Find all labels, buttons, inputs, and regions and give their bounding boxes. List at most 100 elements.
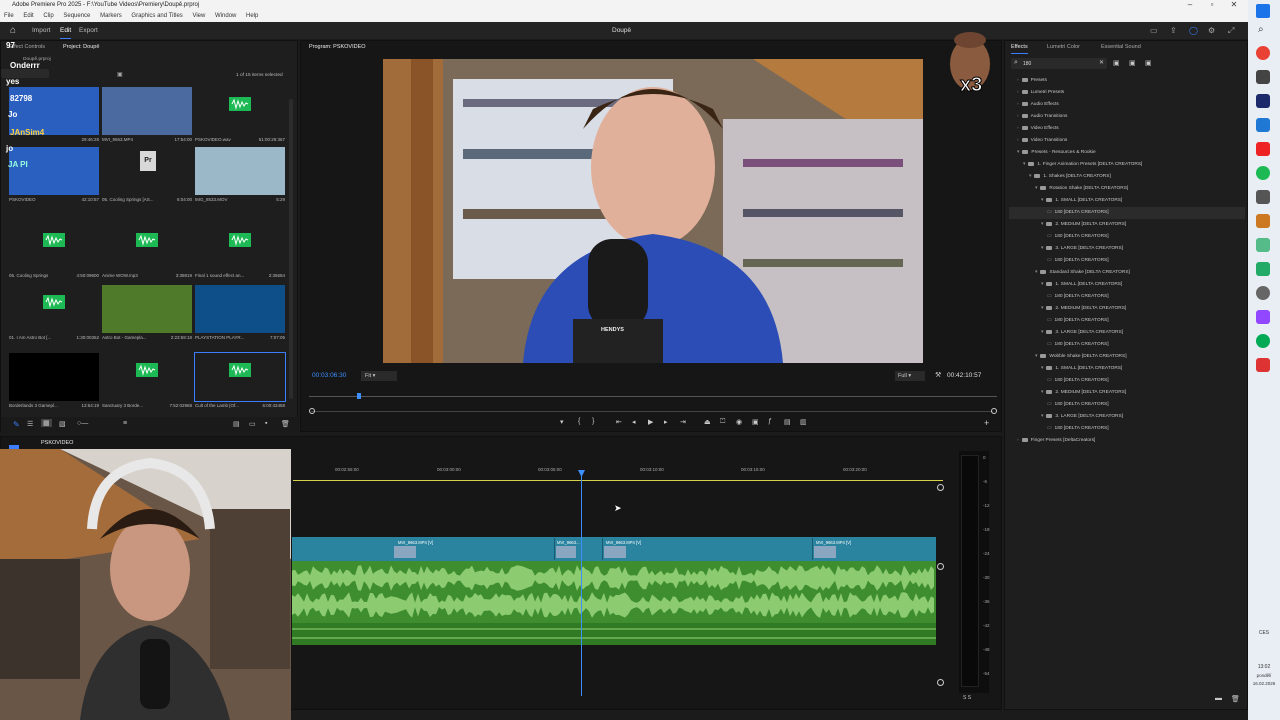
project-scrollbar[interactable]	[289, 99, 293, 399]
monitor-playhead[interactable]	[357, 393, 361, 399]
menu-view[interactable]: View	[192, 13, 205, 19]
twitch-icon[interactable]	[1256, 310, 1270, 324]
effect-preset-item[interactable]: ▭ 180 [DELTA CREATORS]	[1009, 207, 1245, 219]
chevron-down-icon[interactable]: ▾	[1023, 162, 1025, 167]
chevron-down-icon[interactable]: ▾	[1035, 354, 1037, 359]
search-icon[interactable]: ⌕	[1258, 24, 1264, 35]
chevron-down-icon[interactable]: ▾	[1041, 306, 1043, 311]
menu-edit[interactable]: Edit	[23, 13, 33, 19]
program-monitor-title[interactable]: Program: PSKOVIDEO	[309, 42, 366, 53]
chevron-right-icon[interactable]: ›	[1017, 90, 1019, 95]
chevron-down-icon[interactable]: ▾	[1029, 174, 1031, 179]
lift-icon[interactable]: ⏏	[704, 418, 711, 426]
spotify-icon[interactable]	[1256, 166, 1270, 180]
chevron-down-icon[interactable]: ▾	[1041, 282, 1043, 287]
vr-icon[interactable]: ▥	[800, 418, 807, 426]
tab-project[interactable]: Project: Doupě	[63, 42, 99, 53]
effects-folder[interactable]: ▾ 3. LARGE [DELTA CREATORS]	[1009, 411, 1245, 423]
effect-preset-item[interactable]: ▭ 180 [DELTA CREATORS]	[1009, 231, 1245, 243]
project-item-thumbnail[interactable]	[102, 285, 192, 333]
zoom-bar[interactable]	[311, 411, 993, 412]
app-icon[interactable]	[1256, 70, 1270, 84]
chevron-right-icon[interactable]: ›	[1017, 78, 1019, 83]
timeline-sequence-tab[interactable]: PSKOVIDEO	[41, 438, 73, 449]
photoshop-icon[interactable]	[1256, 118, 1270, 132]
share-icon[interactable]: ⇪	[1170, 26, 1177, 35]
sync-icon[interactable]: ◯	[1189, 26, 1198, 35]
menu-graphics[interactable]: Graphics and Titles	[131, 13, 182, 19]
home-icon[interactable]: ⌂	[10, 25, 16, 36]
yuv-effects-icon[interactable]: ▣	[1145, 59, 1152, 67]
project-item-thumbnail[interactable]	[102, 223, 192, 271]
project-item-thumbnail[interactable]	[9, 147, 99, 195]
trash-icon[interactable]: 🗑	[281, 420, 290, 428]
effect-preset-item[interactable]: ▭ 180 [DELTA CREATORS]	[1009, 255, 1245, 267]
new-bin-icon[interactable]: ▣	[117, 71, 123, 78]
effects-folder[interactable]: ▾ 2. MEDIUM [DELTA CREATORS]	[1009, 387, 1245, 399]
project-item-thumbnail[interactable]	[195, 223, 285, 271]
chevron-down-icon[interactable]: ▾	[1041, 390, 1043, 395]
effects-folder[interactable]: › Audio Transitions	[1009, 111, 1245, 123]
effects-folder[interactable]: ▾ 3. LARGE [DELTA CREATORS]	[1009, 243, 1245, 255]
chevron-down-icon[interactable]: ▾	[1041, 222, 1043, 227]
zoom-handle-right[interactable]	[991, 408, 997, 414]
go-to-out-icon[interactable]: ⇥	[680, 418, 686, 426]
wrench-icon[interactable]: ⚒	[935, 371, 941, 379]
chevron-right-icon[interactable]: ›	[1017, 126, 1019, 131]
effects-folder[interactable]: › Audio Effects	[1009, 99, 1245, 111]
font-app-icon[interactable]	[1256, 214, 1270, 228]
effect-preset-item[interactable]: ▭ 180 [DELTA CREATORS]	[1009, 339, 1245, 351]
clip-edge[interactable]	[554, 538, 555, 560]
premiere-icon[interactable]	[1256, 94, 1270, 108]
effect-preset-item[interactable]: ▭ 180 [DELTA CREATORS]	[1009, 315, 1245, 327]
32bit-effects-icon[interactable]: ▣	[1129, 59, 1136, 67]
trash-icon[interactable]: 🗑	[1231, 695, 1240, 703]
effects-folder[interactable]: ▾ 1. SMALL [DELTA CREATORS]	[1009, 195, 1245, 207]
github-icon[interactable]	[1256, 286, 1270, 300]
chevron-down-icon[interactable]: ▾	[1035, 186, 1037, 191]
new-item-icon[interactable]: ▪	[265, 420, 267, 427]
tab-edit[interactable]: Edit	[60, 22, 72, 39]
step-back-icon[interactable]: ◂	[632, 418, 636, 426]
extract-icon[interactable]: ⏍	[720, 418, 725, 426]
project-item-thumbnail[interactable]	[9, 223, 99, 271]
monitor-time-ruler[interactable]	[309, 389, 997, 397]
project-item-thumbnail[interactable]	[9, 353, 99, 401]
playhead-timecode[interactable]: 00:03:06:30	[312, 372, 346, 379]
app-icon[interactable]	[1256, 262, 1270, 276]
clip-label[interactable]: MVI_9663.MP4 [V]	[816, 540, 851, 545]
mark-out-icon[interactable]: }	[592, 418, 594, 425]
timeline-scroll-handle[interactable]	[937, 484, 944, 491]
project-item-thumbnail[interactable]	[102, 353, 192, 401]
effect-preset-item[interactable]: ▭ 180 [DELTA CREATORS]	[1009, 423, 1245, 435]
chevron-down-icon[interactable]: ▾	[1041, 330, 1043, 335]
project-item-thumbnail[interactable]	[195, 87, 285, 135]
zoom-handle-left[interactable]	[309, 408, 315, 414]
effects-folder[interactable]: › Lumetri Presets	[1009, 87, 1245, 99]
effects-folder[interactable]: ▾ Wobble Shake [DELTA CREATORS]	[1009, 351, 1245, 363]
effects-folder[interactable]: › Video Effects	[1009, 123, 1245, 135]
quality-select[interactable]: Full ▾	[895, 371, 925, 381]
effects-folder[interactable]: ▾ 2. MEDIUM [DELTA CREATORS]	[1009, 303, 1245, 315]
chevron-down-icon[interactable]: ▾	[1041, 246, 1043, 251]
multicam-icon[interactable]: ▤	[784, 418, 791, 426]
project-item-thumbnail[interactable]	[194, 352, 286, 402]
menu-window[interactable]: Window	[215, 13, 236, 19]
chevron-right-icon[interactable]: ›	[1017, 138, 1019, 143]
effects-search-input[interactable]	[1023, 59, 1093, 68]
workspaces-icon[interactable]: ▭	[1150, 26, 1158, 35]
project-item-thumbnail[interactable]	[102, 87, 192, 135]
effects-folder[interactable]: ▾ 3. LARGE [DELTA CREATORS]	[1009, 327, 1245, 339]
chevron-down-icon[interactable]: ▾	[1017, 150, 1019, 155]
app-icon[interactable]	[1256, 334, 1270, 348]
chevron-down-icon[interactable]: ▾	[1041, 414, 1043, 419]
clip-label[interactable]: MVI_9663...	[557, 540, 580, 545]
effect-preset-item[interactable]: ▭ 180 [DELTA CREATORS]	[1009, 375, 1245, 387]
close-button[interactable]: ✕	[1224, 0, 1244, 10]
pencil-icon[interactable]: ✎	[13, 420, 20, 429]
minimize-button[interactable]: –	[1180, 0, 1200, 10]
menu-help[interactable]: Help	[246, 13, 258, 19]
effects-folder[interactable]: ▾ 1. SMALL [DELTA CREATORS]	[1009, 363, 1245, 375]
tab-lumetri-color[interactable]: Lumetri Color	[1047, 42, 1080, 53]
fullscreen-icon[interactable]: ⤢	[1228, 26, 1234, 36]
